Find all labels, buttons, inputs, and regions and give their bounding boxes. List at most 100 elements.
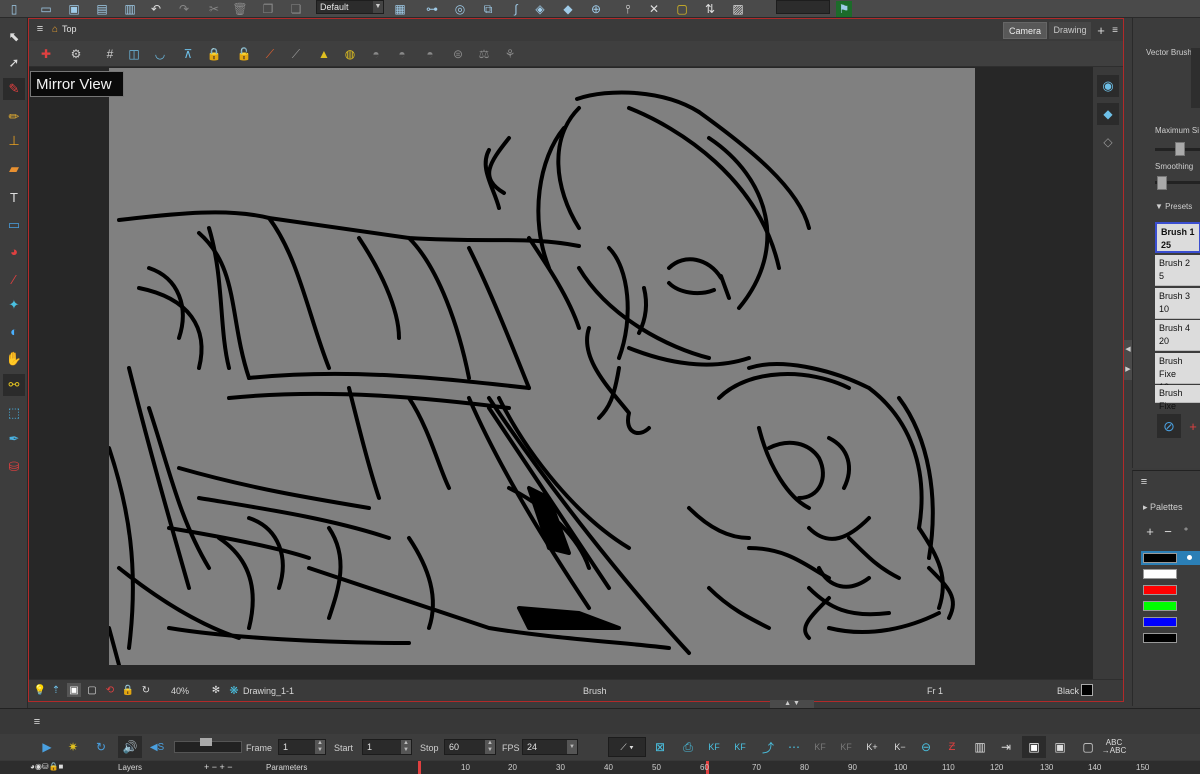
breadcrumb[interactable]: Top [62,24,77,34]
menu-icon[interactable]: ≡ [30,715,44,729]
pencil-tool-icon[interactable]: ✏ [3,106,25,128]
layers-alt-icon[interactable]: ◇ [1097,131,1119,153]
fill-icon[interactable]: ▲ [315,45,333,63]
preset-item[interactable]: Brush Fixe10 [1155,353,1200,392]
snap-icon[interactable]: ⚘ [501,45,519,63]
play-selection-icon[interactable]: ✷ [64,738,82,756]
render-icon[interactable]: ◆ [560,1,576,17]
color-swatch[interactable] [1143,601,1177,611]
add-keyframe-icon[interactable]: KF [704,738,724,756]
symmetry-icon[interactable]: ⚖ [475,45,493,63]
new-preset-icon[interactable]: + [1185,414,1200,438]
brush-preset-icon[interactable]: ⊘ [1157,414,1181,438]
volume-handle[interactable] [200,738,212,746]
reset-icon[interactable]: ✕ [646,1,662,17]
add-view-icon[interactable]: + [1095,23,1107,38]
merge-icon[interactable]: ⇥ [996,738,1016,756]
preset-item[interactable]: Brush 1 25 [1155,222,1200,253]
layers-icon[interactable]: ◆ [1097,103,1119,125]
keyframe-tool-2-icon[interactable]: ⎙ [678,738,698,756]
pen-tool-icon[interactable]: ✒ [3,428,25,450]
workspace-dropdown[interactable]: Default ▼ [316,0,384,14]
interpolation-dropdown[interactable]: ⟋ ▾ [608,737,646,757]
texture-line-icon[interactable]: ⟋ [287,45,305,63]
stop-motion-keyframe-icon[interactable]: ⋯ [784,738,804,756]
pivot-icon[interactable]: ⫯ [620,1,636,17]
pencil-line-icon[interactable]: ⟋ [261,45,279,63]
square-icon[interactable]: ▣ [1050,738,1070,756]
loop-icon[interactable]: ↻ [92,738,110,756]
layer-icon-4[interactable]: ⊜ [449,45,467,63]
playhead[interactable] [418,761,421,774]
eraser-tool-icon[interactable]: ▰ [3,158,25,180]
insert-frame-icon[interactable]: K+ [862,738,882,756]
new-scene-icon[interactable]: ▯ [6,1,22,17]
menu-icon[interactable]: ≡ [33,22,47,36]
align-icon[interactable]: ▨ [730,1,746,17]
spinner-icon[interactable]: ▲ ▼ [315,740,325,754]
color-swatch[interactable] [1143,633,1177,643]
motion-keyframe-icon[interactable]: ⤴ [758,738,778,756]
reset-view-icon[interactable]: ↻ [139,683,153,697]
lock-alt-icon[interactable]: 🔓 [235,45,253,63]
preset-item[interactable]: Brush 2 5 [1155,255,1200,286]
spinner-icon[interactable]: ▲ ▼ [485,740,495,754]
keyframe-tool-1-icon[interactable]: ⊠ [650,738,670,756]
brush-tool-icon[interactable]: ✎ [3,78,25,100]
home-icon[interactable]: ⌂ [49,22,61,36]
maximum-size-handle[interactable] [1175,142,1185,156]
open-scene-icon[interactable]: ▭ [38,1,54,17]
morph-tool-icon[interactable]: ◐ [3,320,25,342]
rotate-icon[interactable]: ⟲ [103,683,117,697]
paint-bucket-icon[interactable]: ⛁ [3,456,25,478]
preset-item[interactable]: Brush 4 20 [1155,320,1200,351]
stop-input[interactable]: 60 ▲ ▼ [444,739,496,755]
add-drawing-icon[interactable]: ✚ [37,45,55,63]
copy-icon[interactable]: ❐ [260,1,276,17]
side-splitter[interactable]: ◀ ▶ [1124,340,1132,380]
clear-icon[interactable]: Ƶ [942,738,962,756]
view-stage[interactable] [29,67,1093,679]
spinner-icon[interactable]: ▲ ▼ [401,740,411,754]
cutter-tool-icon[interactable]: ✦ [3,294,25,316]
abc-icon[interactable]: ABC →ABC [1102,738,1126,756]
zoom-level[interactable]: 40% [171,686,189,696]
preset-item[interactable]: Brush 3 10 [1155,288,1200,319]
lock-view-icon[interactable]: 🔒 [121,683,135,697]
undo-icon[interactable]: ↶ [148,1,164,17]
preset-item[interactable]: Brush Fixe [1155,385,1200,411]
text-tool-icon[interactable]: T [3,186,25,208]
hand-tool-icon[interactable]: ✋ [3,348,25,370]
onion-skin-icon[interactable]: ⊶ [424,1,440,17]
eye-view-icon[interactable]: ◡ [151,45,169,63]
gear-icon[interactable]: ✻ [209,683,223,697]
chevron-down-icon[interactable]: ▼ [567,740,577,754]
add-color-icon[interactable]: + [1143,524,1157,539]
cut-icon[interactable]: ✂ [206,1,222,17]
current-color-swatch[interactable] [1081,684,1093,696]
camera-view-icon[interactable]: ◎ [452,1,468,17]
pointer-icon[interactable]: ⇡ [49,683,63,697]
view-menu-icon[interactable]: ≡ [1109,23,1121,37]
redo-icon[interactable]: ↷ [176,1,192,17]
tab-camera[interactable]: Camera [1003,22,1047,39]
frame-icon[interactable]: ▣ [67,683,81,697]
save-icon[interactable]: ▣ [66,1,82,17]
import-icon[interactable]: ▥ [122,1,138,17]
color-swatch[interactable] [1143,553,1177,563]
fps-select[interactable]: 24 ▼ [522,739,578,755]
layer-icon-2[interactable]: ◓ [393,45,411,63]
target-icon[interactable]: ⊕ [588,1,604,17]
add-texture-icon[interactable]: ⁺ [1179,524,1193,538]
sound-scrub-icon[interactable]: ◀S [146,738,168,756]
panel-splitter[interactable]: ▲ ▼ [770,700,814,708]
curve-icon[interactable]: ∫ [508,1,524,17]
start-input[interactable]: 1 ▲ ▼ [362,739,412,755]
keyframe-disabled-2-icon[interactable]: KF [836,738,856,756]
timeline-ruler[interactable]: ◕◉⛁🔒■ Layers + − + − Parameters 10 20 30… [0,761,1200,774]
properties-scrollbar[interactable] [1191,48,1200,108]
frame-input[interactable]: 1 ▲ ▼ [278,739,326,755]
dropper-tool-icon[interactable]: ⁄ [3,268,25,290]
keyframe-disabled-1-icon[interactable]: KF [810,738,830,756]
paste-icon[interactable]: ❏ [288,1,304,17]
